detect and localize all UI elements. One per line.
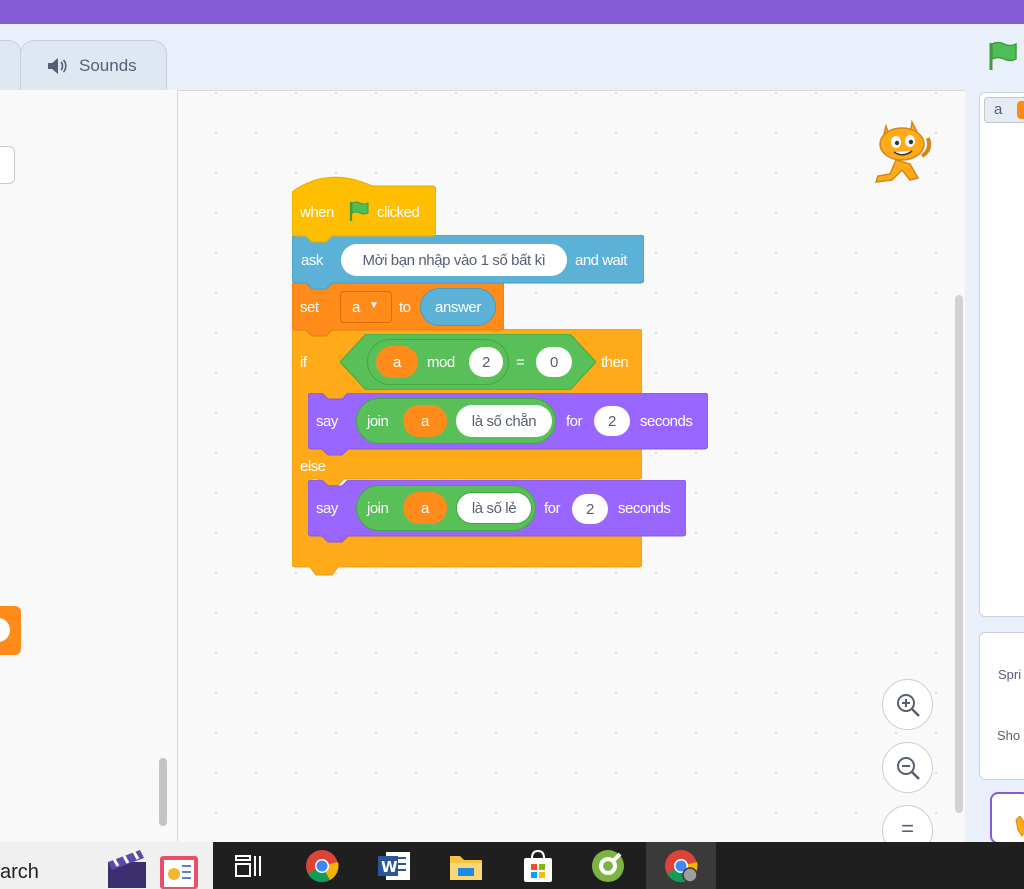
equals-label: = — [516, 354, 525, 371]
say-even-label: say — [316, 413, 338, 430]
set-label: set — [300, 299, 319, 316]
tab-sounds[interactable]: Sounds — [20, 40, 167, 92]
taskbar-search-box[interactable]: arch — [0, 842, 213, 889]
sprite-info-panel — [979, 632, 1024, 780]
windows-taskbar: arch W — [0, 842, 1024, 889]
variable-monitor: a — [984, 97, 1024, 123]
even-seconds-input[interactable]: 2 — [594, 406, 630, 436]
chrome-profile-icon[interactable] — [663, 848, 699, 884]
green-flag-icon — [349, 201, 369, 221]
clicked-label: clicked — [377, 204, 420, 221]
and-wait-label: and wait — [575, 252, 627, 269]
odd-seconds-input[interactable]: 2 — [572, 494, 608, 524]
menu-bar — [0, 0, 1024, 24]
task-view-icon[interactable] — [230, 848, 266, 884]
dropdown-arrow-icon: ▼ — [369, 300, 379, 311]
coccoc-browser-icon[interactable] — [590, 848, 626, 884]
tab-costumes[interactable] — [0, 40, 22, 92]
var-a-reporter-odd[interactable]: a — [403, 492, 447, 524]
movie-maker-icon[interactable] — [104, 848, 150, 889]
file-explorer-icon[interactable] — [448, 848, 484, 884]
sprite-label: Spri — [998, 667, 1022, 682]
variable-dropdown-value: a — [352, 299, 360, 316]
microsoft-store-icon[interactable] — [520, 848, 556, 884]
palette-scrollbar[interactable] — [159, 758, 167, 826]
seconds-odd-label: seconds — [618, 500, 671, 517]
zoom-out-button[interactable] — [882, 742, 933, 793]
variable-monitor-value — [1017, 101, 1024, 119]
notes-app-icon[interactable] — [158, 854, 200, 889]
sprite-cat-icon — [874, 119, 932, 183]
word-icon[interactable]: W — [376, 848, 412, 884]
palette-variable-block[interactable] — [0, 606, 21, 655]
zoom-reset-label: = — [901, 816, 914, 841]
show-label: Sho — [997, 728, 1021, 743]
ask-question-input[interactable]: Mời bạn nhập vào 1 số bất kì — [341, 244, 567, 276]
speaker-icon — [48, 58, 67, 74]
odd-text-input[interactable]: là số lẻ — [456, 492, 532, 524]
variable-dropdown[interactable]: a ▼ — [340, 291, 392, 323]
when-label: when — [300, 204, 334, 221]
tab-sounds-label: Sounds — [79, 56, 137, 75]
say-odd-label: say — [316, 500, 338, 517]
editor-tabs: Sounds — [0, 24, 980, 92]
workspace-scrollbar[interactable] — [955, 295, 963, 813]
if-label: if — [300, 354, 307, 371]
taskbar-search-text: arch — [0, 861, 39, 883]
sprite-thumbnail-icon — [1015, 816, 1024, 837]
set-to-label: to — [399, 299, 411, 316]
variable-monitor-label: a — [994, 101, 1003, 118]
chrome-icon[interactable] — [304, 848, 340, 884]
ask-label: ask — [301, 252, 323, 269]
sprite-thumbnail[interactable] — [990, 792, 1024, 844]
run-green-flag-icon[interactable] — [986, 40, 1018, 72]
for-odd-label: for — [544, 500, 561, 517]
join-even-label: join — [367, 413, 389, 430]
var-a-reporter-even[interactable]: a — [403, 405, 447, 437]
for-even-label: for — [566, 413, 583, 430]
then-label: then — [601, 354, 629, 371]
even-text-input[interactable]: là số chẵn — [456, 405, 552, 437]
answer-reporter[interactable]: answer — [420, 288, 496, 326]
palette-input[interactable] — [0, 146, 15, 184]
compare-value-input[interactable]: 0 — [536, 347, 572, 377]
var-a-reporter[interactable]: a — [376, 346, 418, 378]
mod-label: mod — [427, 354, 455, 371]
join-odd-label: join — [367, 500, 389, 517]
else-label: else — [300, 458, 326, 475]
zoom-in-icon — [897, 694, 920, 717]
zoom-in-button[interactable] — [882, 679, 933, 730]
block-palette — [0, 90, 178, 842]
stage-canvas[interactable] — [979, 92, 1024, 617]
mod-divisor-input[interactable]: 2 — [469, 347, 503, 377]
zoom-out-icon — [897, 757, 920, 780]
seconds-even-label: seconds — [640, 413, 693, 430]
svg-text:W: W — [381, 858, 398, 876]
